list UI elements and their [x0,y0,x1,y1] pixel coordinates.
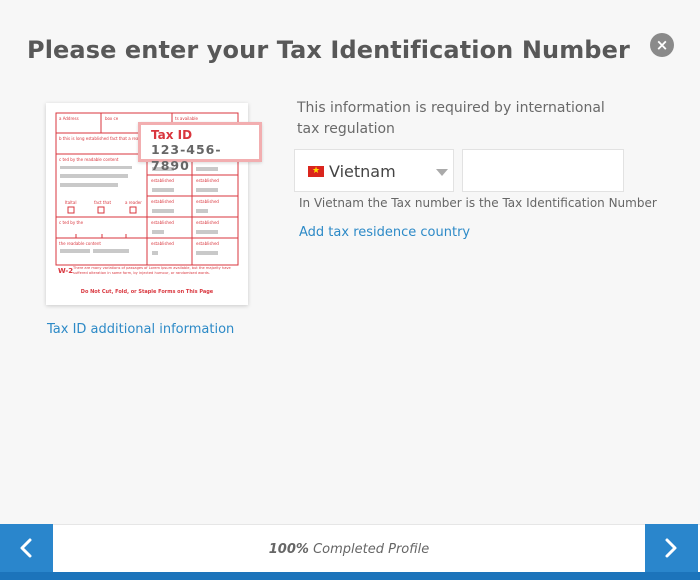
tax-id-callout-number: 123-456-7890 [151,142,222,173]
form-field-label: box ce [105,116,119,121]
close-icon: × [655,36,669,54]
tax-id-callout: Tax ID 123-456-7890 [138,122,262,173]
tax-id-callout-label: Tax ID [151,128,193,142]
progress-percent: 100% [268,542,309,557]
next-button[interactable] [645,524,698,572]
form-field-label: established [151,199,174,204]
progress-label: Completed Profile [313,542,430,557]
form-field-label: the readable content [59,241,101,246]
chevron-left-icon [20,538,32,558]
close-button[interactable]: × [650,33,674,57]
country-select[interactable]: ★ Vietnam [294,149,454,192]
add-tax-residence-link[interactable]: Add tax residence country [299,225,470,240]
form-field-label: b this is long established fact that a r… [59,136,145,141]
form-field-label: established [196,199,219,204]
tax-id-modal: Please enter your Tax Identification Num… [0,0,700,580]
form-field-label: a Address [59,116,79,121]
form-field-label: established [196,178,219,183]
chevron-down-icon [436,169,448,176]
form-field-label: established [151,220,174,225]
progress-bar [0,572,700,580]
profile-progress: 100% Completed Profile [53,542,645,557]
form-fine-print: There are many variations of passages of… [73,266,231,275]
form-field-label: established [196,241,219,246]
form-field-label: c ted by the [59,220,84,225]
page-title: Please enter your Tax Identification Num… [27,36,630,64]
form-field-label: fact that [94,200,111,205]
flag-star-icon: ★ [311,166,321,176]
form-field-label: established [196,220,219,225]
form-field-label: ts available [175,116,199,121]
tax-number-hint: In Vietnam the Tax number is the Tax Ide… [299,196,657,210]
previous-button[interactable] [0,524,53,572]
vietnam-flag-icon: ★ [308,166,324,177]
form-footer-note: Do Not Cut, Fold, or Staple Forms on Thi… [81,289,214,295]
form-field-label: ItaltaI [65,200,77,205]
tax-number-input[interactable] [462,149,624,192]
form-field-label: c ted by the readable content [59,157,119,162]
form-field-label: established [151,178,174,183]
selected-country: Vietnam [329,162,396,181]
tax-regulation-description: This information is required by internat… [297,100,605,137]
form-code: W-2 [58,267,73,275]
form-field-label: a reader [125,200,142,205]
form-field-label: established [151,241,174,246]
tax-id-info-link[interactable]: Tax ID additional information [47,322,234,337]
wizard-footer: 100% Completed Profile [0,524,700,580]
chevron-right-icon [665,538,677,558]
